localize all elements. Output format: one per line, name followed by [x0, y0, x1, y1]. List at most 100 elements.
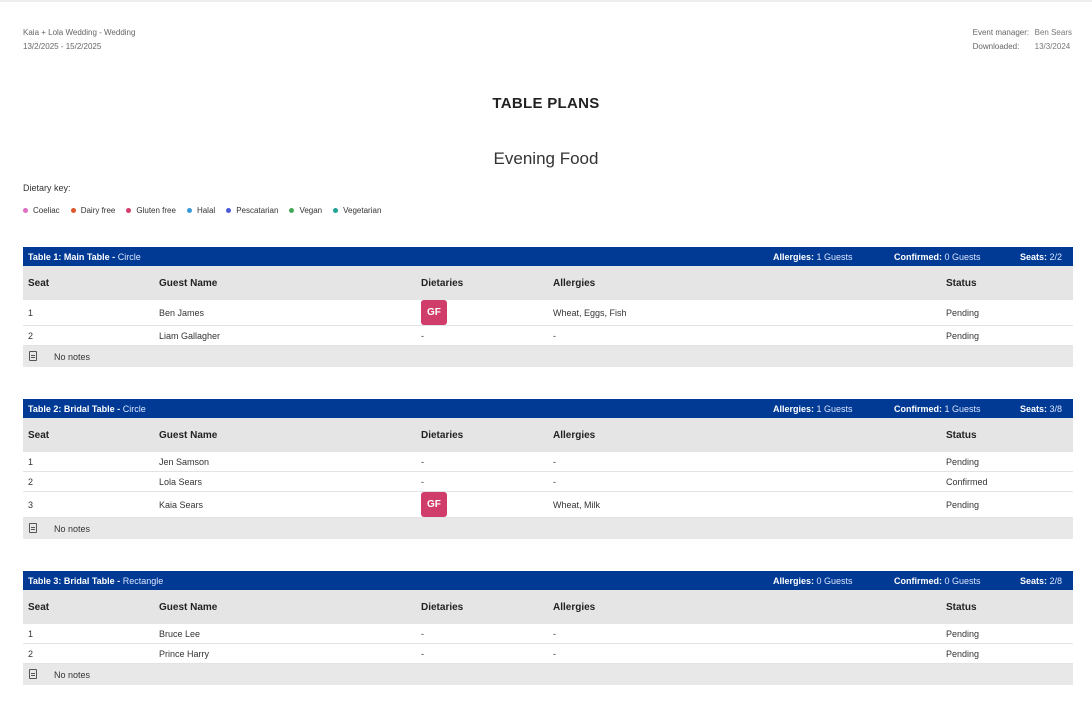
table-notes: No notes [23, 664, 1073, 685]
allergies-cell: - [553, 330, 556, 341]
column-header-allergies: Allergies [553, 601, 596, 613]
table-notes: No notes [23, 346, 1073, 367]
event-meta: Event manager: Ben Sears Downloaded: 13/… [973, 26, 1072, 54]
seats-stat-value: 3/8 [1049, 403, 1063, 414]
legend-item: Halal [186, 206, 215, 215]
manager-row: Event manager: Ben Sears [973, 26, 1072, 40]
guest-name: Ben James [159, 307, 205, 318]
table-title: Table 2: Bridal Table - [28, 403, 121, 414]
dietary-legend: Coeliac Dairy free Gluten free Halal Pescata… [23, 206, 392, 215]
page-subtitle: Evening Food [493, 149, 599, 168]
legend-dot-icon [186, 208, 192, 213]
table-row: 2 Prince Harry - - Pending [23, 644, 1073, 664]
table-notes: No notes [23, 518, 1073, 539]
manager-label: Event manager: [972, 28, 1030, 37]
dietaries-cell: - [421, 456, 424, 467]
confirmed-stat-value: 0 Guests [944, 251, 981, 262]
table-row: 3 Kaia Sears GF Wheat, Milk Pending [23, 492, 1073, 518]
status-cell: Pending [946, 330, 980, 341]
legend-label: Vegetarian [343, 206, 382, 215]
status-cell: Pending [946, 307, 980, 318]
column-header-dietaries: Dietaries [421, 429, 464, 441]
column-header-status: Status [946, 429, 977, 441]
legend-item: Coeliac [23, 206, 60, 215]
allergies-stat-label: Allergies: [773, 251, 815, 262]
status-cell: Pending [946, 628, 980, 639]
seat-number: 1 [28, 456, 34, 467]
legend-label: Coeliac [33, 206, 60, 215]
guest-name: Lola Sears [159, 476, 203, 487]
confirmed-stat-label: Confirmed: [894, 575, 942, 586]
legend-label: Pescatarian [236, 206, 279, 215]
seats-stat-value: 2/2 [1049, 251, 1063, 262]
document-icon [29, 523, 37, 533]
legend-dot-icon [333, 208, 339, 213]
top-divider [0, 0, 1092, 2]
guest-name: Liam Gallagher [159, 330, 221, 341]
table-header: Table 1: Main Table - Circle Allergies: 1… [23, 247, 1073, 266]
legend-item: Vegetarian [333, 206, 381, 215]
table-shape: Rectangle [122, 575, 164, 586]
confirmed-stat-label: Confirmed: [894, 251, 942, 262]
column-header-seat: Seat [28, 601, 50, 613]
column-header-name: Guest Name [159, 277, 218, 289]
dietaries-cell: - [421, 628, 424, 639]
allergies-cell: - [553, 648, 556, 659]
allergies-cell: Wheat, Milk [553, 499, 601, 510]
confirmed-stat: Confirmed: 0 Guests [894, 571, 981, 590]
seat-number: 2 [28, 648, 34, 659]
table-row: 1Ben JamesCGFWheat, Eggs, FishPending [23, 300, 1073, 326]
seat-number: 3 [28, 499, 34, 510]
guest-name: Bruce Lee [159, 628, 201, 639]
table-header: Table 2: Bridal Table - Circle Allergies:… [23, 399, 1073, 418]
downloaded-row: Downloaded: 13/3/2024 [973, 40, 1072, 54]
legend-dot-icon [289, 208, 295, 213]
allergies-stat-label: Allergies: [773, 403, 815, 414]
dietary-badge: GF [421, 492, 447, 517]
column-header-status: Status [946, 277, 977, 289]
guest-name: Kaia Sears [159, 499, 204, 510]
event-date-range: 13/2/2025 - 15/2/2025 [23, 42, 102, 51]
downloaded-value: 13/3/2024 [1034, 42, 1071, 51]
allergies-stat-label: Allergies: [773, 575, 815, 586]
table-block: Table 1: Main Table - Circle Allergies: 1… [23, 247, 1073, 367]
event-info: Kaia + Lola Wedding - Wedding 13/2/2025 … [23, 26, 135, 54]
legend-item: Pescatarian [226, 206, 278, 215]
allergies-stat: Allergies: 1 Guests [773, 247, 853, 266]
table-shape: Circle [117, 251, 141, 262]
legend-dot-icon [226, 208, 232, 213]
confirmed-stat-value: 0 Guests [944, 575, 981, 586]
downloaded-label: Downloaded: [972, 42, 1020, 51]
seats-stat: Seats: 3/8 [1020, 399, 1062, 418]
status-cell: Pending [946, 499, 980, 510]
column-header-dietaries: Dietaries [421, 277, 464, 289]
column-header-dietaries: Dietaries [421, 601, 464, 613]
allergies-cell: - [553, 476, 556, 487]
allergies-cell: Wheat, Eggs, Fish [553, 307, 627, 318]
dietaries-cell: - [421, 330, 424, 341]
table-header: Table 3: Bridal Table - Rectangle Allergi… [23, 571, 1073, 590]
guest-name: Prince Harry [159, 648, 210, 659]
legend-dot-icon [126, 208, 132, 213]
allergies-stat: Allergies: 0 Guests [773, 571, 853, 590]
notes-text: No notes [54, 351, 91, 362]
table-row: 1 Jen Samson - - Pending [23, 452, 1073, 472]
dietary-key-label: Dietary key: [23, 183, 71, 193]
confirmed-stat-label: Confirmed: [894, 403, 942, 414]
seats-stat: Seats: 2/2 [1020, 247, 1062, 266]
table-row: 2 Liam Gallagher - - Pending [23, 326, 1073, 346]
dietary-badge: GF [421, 300, 447, 325]
legend-item: Gluten free [126, 206, 176, 215]
seat-number: 1 [28, 628, 34, 639]
allergies-cell: - [553, 456, 556, 467]
status-cell: Pending [946, 648, 980, 659]
table-shape: Circle [122, 403, 146, 414]
table-row: 1 Bruce Lee - - Pending [23, 624, 1073, 644]
table-block: Table 3: Bridal Table - Rectangle Allergi… [23, 571, 1073, 685]
confirmed-stat-value: 1 Guests [944, 403, 981, 414]
column-header-name: Guest Name [159, 429, 218, 441]
table-row: 2 Lola Sears - - Confirmed [23, 472, 1073, 492]
seat-number: 2 [28, 330, 34, 341]
seat-number: 1 [28, 307, 34, 318]
seats-stat-value: 2/8 [1049, 575, 1063, 586]
